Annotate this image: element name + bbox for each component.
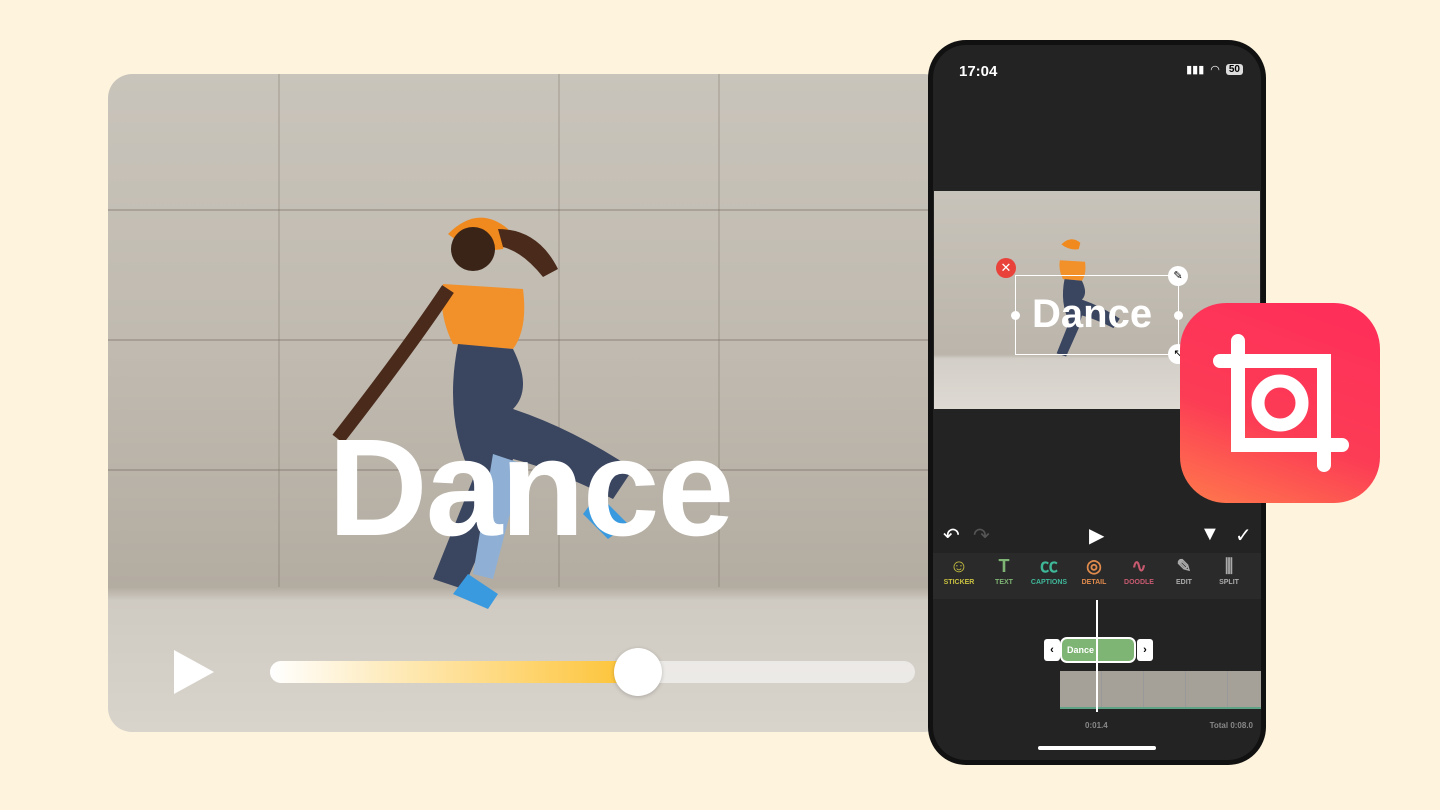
tool-label: SPLIT: [1219, 579, 1239, 586]
focus-plus-icon: ◎: [1086, 556, 1102, 576]
tool-split[interactable]: ⫼ SPLIT: [1207, 553, 1251, 599]
signal-icon: ▮▮▮: [1186, 64, 1205, 76]
seek-slider[interactable]: [270, 648, 915, 696]
status-time: 17:04: [959, 63, 998, 80]
playhead[interactable]: [1096, 600, 1098, 712]
tool-label: DOODLE: [1124, 579, 1154, 586]
home-indicator: [1038, 746, 1156, 750]
play-icon[interactable]: ▶: [1089, 523, 1104, 548]
wifi-icon: ◠: [1210, 64, 1220, 76]
confirm-check-icon[interactable]: ✓: [1235, 523, 1252, 548]
add-keyframe-icon[interactable]: ▼: [1200, 523, 1220, 546]
seek-progress: [270, 661, 638, 683]
inshot-logo-icon: [1213, 334, 1349, 472]
video-track[interactable]: [1060, 671, 1261, 709]
preview-text: Dance: [1032, 292, 1153, 336]
text-plus-icon: T: [998, 556, 1010, 576]
squiggle-plus-icon: ∿: [1131, 556, 1147, 576]
tool-sticker[interactable]: ☺ STICKER: [937, 553, 981, 599]
current-time: 0:01.4: [1085, 721, 1108, 730]
delete-text-button[interactable]: ✕: [996, 258, 1016, 278]
tool-edit[interactable]: ✎ EDIT: [1162, 553, 1206, 599]
tool-label: DETAIL: [1081, 579, 1107, 586]
tool-captions[interactable]: ㏄ CAPTIONS: [1027, 553, 1071, 599]
video-player: Dance: [108, 74, 948, 732]
captions-plus-icon: ㏄: [1040, 556, 1058, 576]
resize-handle-left[interactable]: [1011, 311, 1020, 320]
undo-icon[interactable]: ↶: [943, 523, 960, 548]
app-logo: [1180, 303, 1380, 503]
smiley-plus-icon: ☺: [949, 556, 969, 576]
pencil-icon: ✎: [1176, 556, 1192, 576]
text-clip[interactable]: Dance: [1060, 637, 1136, 663]
play-button[interactable]: [174, 650, 214, 694]
tool-label: TEXT: [995, 579, 1013, 586]
tool-doodle[interactable]: ∿ DOODLE: [1117, 553, 1161, 599]
tool-label: CAPTIONS: [1030, 579, 1068, 586]
frame-thumbnail: [1144, 671, 1186, 707]
text-selection-box[interactable]: Dance ✕ ✎ ↖: [996, 258, 1188, 364]
trim-handle-right[interactable]: ›: [1137, 639, 1153, 661]
frame-thumbnail: [1102, 671, 1144, 707]
redo-icon[interactable]: ↷: [973, 523, 990, 548]
tool-label: EDIT: [1176, 579, 1192, 586]
battery-icon: 50: [1225, 64, 1243, 75]
tool-detail[interactable]: ◎ DETAIL: [1072, 553, 1116, 599]
tool-label: STICKER: [943, 579, 975, 586]
total-time: Total 0:08.0: [1209, 721, 1253, 730]
tool-text[interactable]: T TEXT: [982, 553, 1026, 599]
trim-handle-left[interactable]: ‹: [1044, 639, 1060, 661]
frame-thumbnail: [1186, 671, 1228, 707]
seek-handle[interactable]: [613, 648, 662, 696]
edit-text-button[interactable]: ✎: [1168, 266, 1188, 286]
video-title-overlay: Dance: [328, 411, 734, 565]
edit-toolbar: ☺ STICKER T TEXT ㏄ CAPTIONS ◎ DETAIL ∿ DOODLE ✎ EDI…: [933, 553, 1261, 599]
frame-thumbnail: [1228, 671, 1261, 707]
split-icon: ⫼: [1224, 556, 1234, 576]
